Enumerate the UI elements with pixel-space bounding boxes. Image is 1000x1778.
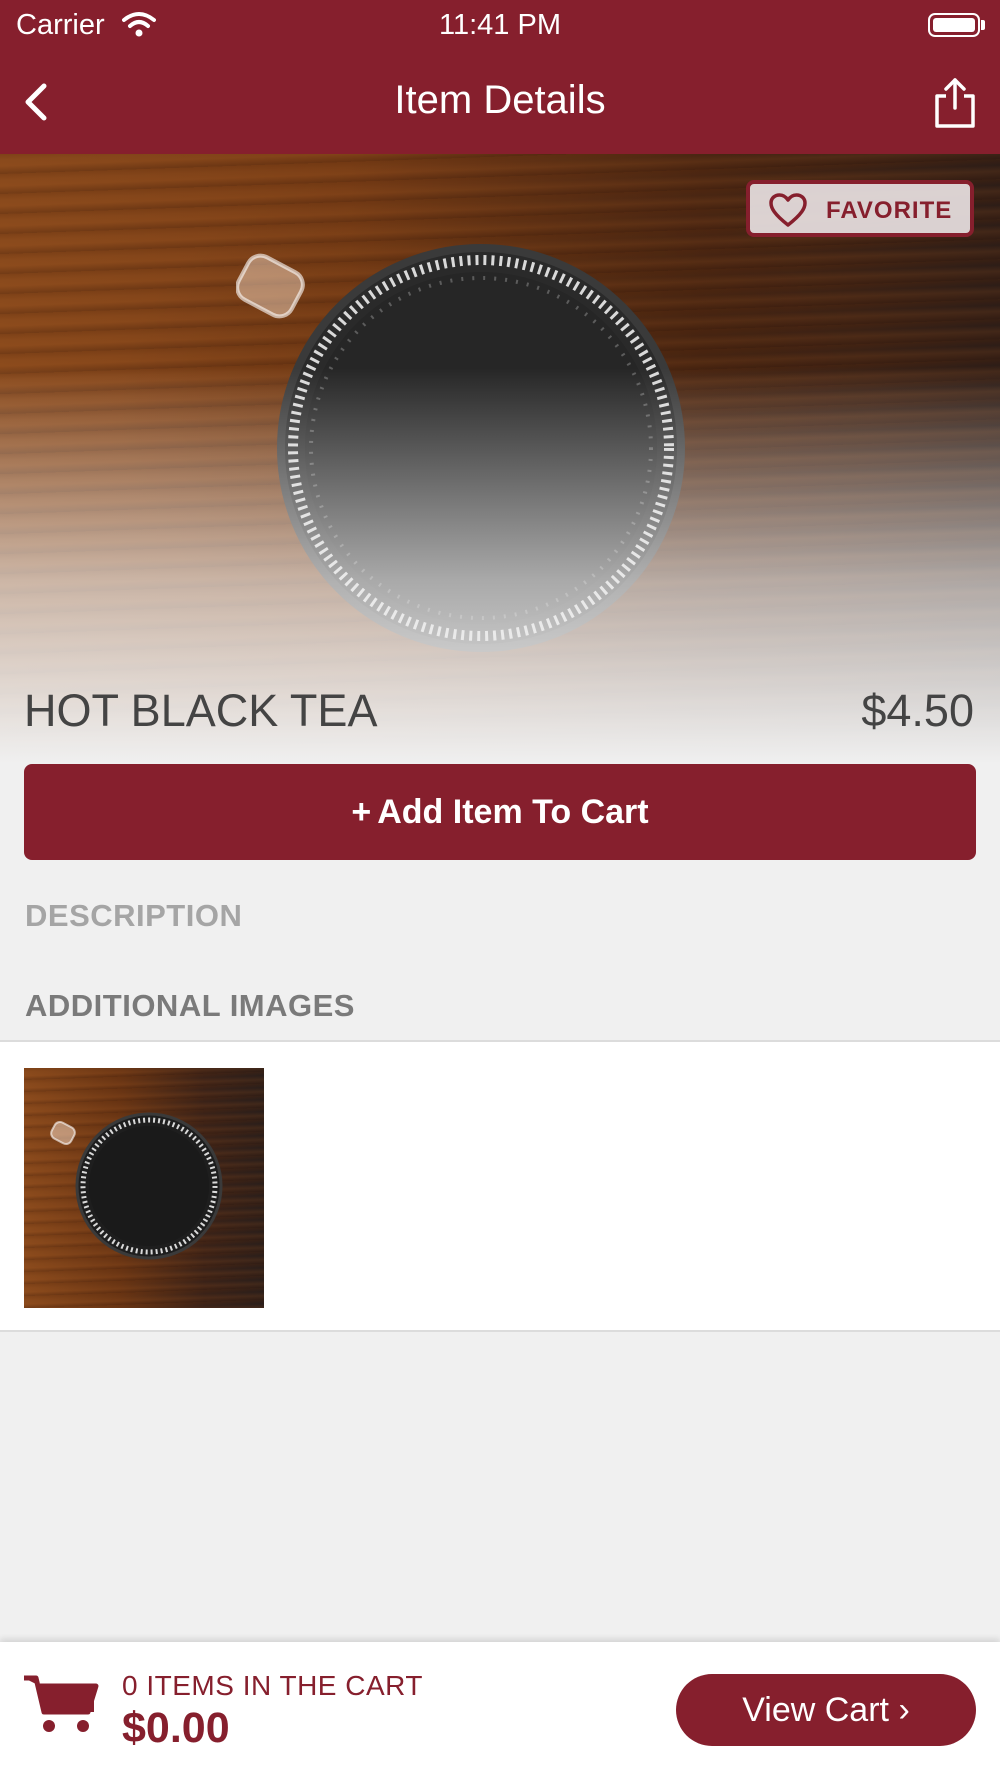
hero-fade-overlay [0,154,1000,764]
nav-bar: Item Details [0,50,1000,154]
favorite-button[interactable]: FAVORITE [746,180,974,237]
favorite-label: FAVORITE [826,197,953,224]
cart-summary-bar: 0 ITEMS IN THE CART $0.00 View Cart › [0,1642,1000,1778]
add-to-cart-button[interactable]: + Add Item To Cart [24,764,976,860]
cart-icon [24,1675,99,1732]
view-cart-button[interactable]: View Cart › [676,1674,976,1746]
cart-item-count: 0 ITEMS IN THE CART [122,1670,423,1701]
additional-images-panel [0,1040,1000,1332]
status-time: 11:41 PM [439,9,561,41]
thumbnail-cup-illustration [50,1112,223,1260]
battery-icon [928,13,980,37]
item-name: HOT BLACK TEA [24,685,378,736]
cart-total: $0.00 [122,1704,230,1752]
share-icon[interactable] [932,76,978,130]
description-header: DESCRIPTION [25,898,243,933]
add-to-cart-label: Add Item To Cart [377,793,649,831]
view-cart-label: View Cart [742,1691,889,1729]
additional-image-thumbnail[interactable] [24,1068,264,1308]
battery-tip [981,20,985,30]
heart-icon [769,193,807,227]
page-title: Item Details [394,78,606,122]
plus-icon: + [351,793,372,831]
item-price: $4.50 [861,685,974,736]
status-bar: Carrier 11:41 PM [0,0,1000,50]
item-hero-image [0,154,1000,764]
chevron-right-icon: › [898,1691,910,1729]
additional-images-header: ADDITIONAL IMAGES [25,988,355,1023]
